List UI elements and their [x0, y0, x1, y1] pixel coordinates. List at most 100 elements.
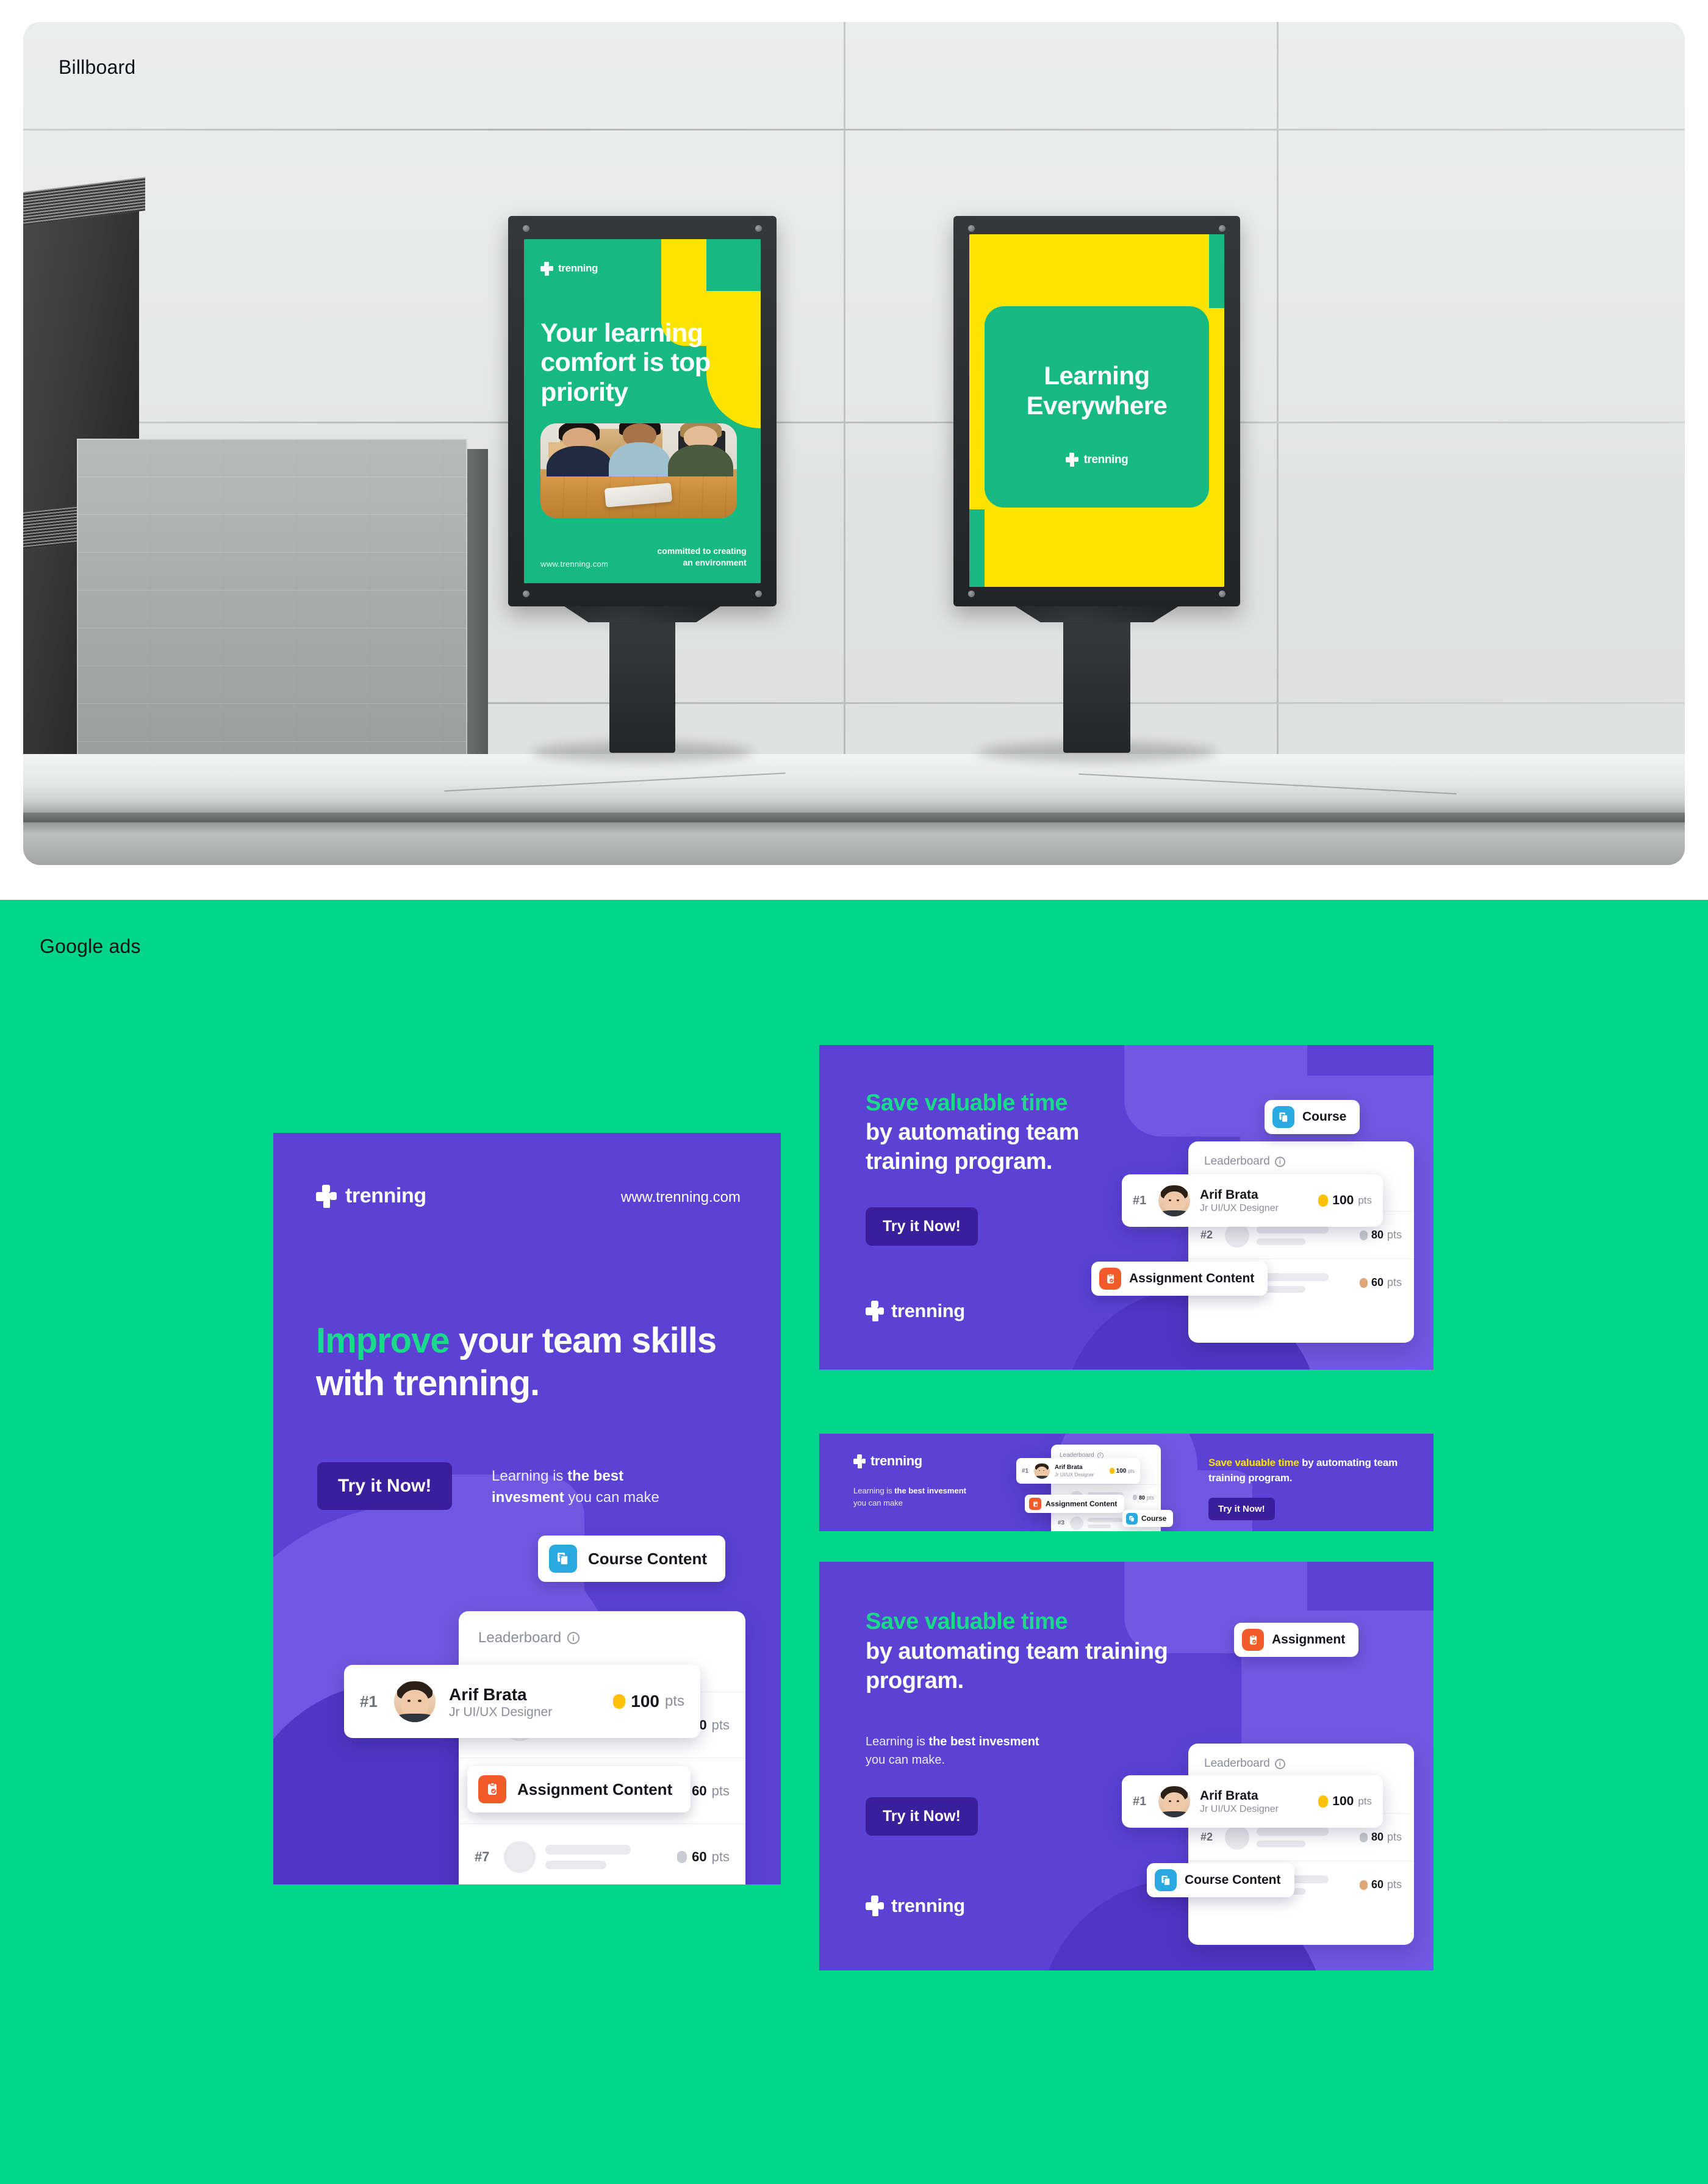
leaderboard-title-row: Leaderboard i — [1188, 1141, 1414, 1168]
billboard-scene-photo: trenning Your learning comfort is top pr… — [23, 22, 1685, 865]
ad-square-wordmark: trenning — [891, 1300, 965, 1321]
chip-assignment-content[interactable]: Assignment Content — [467, 1766, 691, 1812]
poster-shape-green-right — [1208, 234, 1224, 309]
ad-banner-headline-accent: Save valuable time — [1208, 1457, 1299, 1468]
ad-square-headline: Save valuable time by automating team tr… — [866, 1089, 1152, 1177]
section-label-billboard: Billboard — [59, 56, 136, 78]
chip-course[interactable]: Course — [1122, 1510, 1174, 1527]
ad-wide-logo: trenning — [866, 1895, 965, 1917]
avatar-placeholder — [1225, 1825, 1249, 1850]
gem-icon-gold — [1318, 1194, 1329, 1207]
top-entry-role: Jr UI/UX Designer — [449, 1704, 553, 1719]
leaderboard-card[interactable]: Leaderboard i #2 80pts #3 — [1188, 1141, 1414, 1343]
row-skeleton — [1257, 1225, 1360, 1245]
ad-banner-sub-c: you can make — [853, 1498, 903, 1507]
gem-icon-gold — [1109, 1468, 1114, 1474]
course-content-icon — [1126, 1512, 1138, 1525]
poster-left-canvas: trenning Your learning comfort is top pr… — [524, 239, 761, 583]
avatar — [394, 1681, 436, 1722]
leaderboard-card[interactable]: Leaderboard i #2 80pts #3 — [1188, 1744, 1414, 1945]
chip-assignment-label: Assignment — [1272, 1633, 1346, 1647]
info-icon[interactable]: i — [1097, 1452, 1103, 1459]
info-icon[interactable]: i — [1274, 1156, 1285, 1167]
poster-left: trenning Your learning comfort is top pr… — [524, 239, 761, 583]
top-entry-points: 100 pts — [1109, 1467, 1135, 1475]
row-skeleton — [1257, 1273, 1360, 1293]
section-label-google-ads: Google ads — [40, 935, 141, 957]
info-icon[interactable]: i — [1274, 1758, 1285, 1769]
assignment-content-icon — [1099, 1268, 1121, 1290]
poster-left-headline: Your learning comfort is top priority — [540, 318, 711, 407]
poster-shape-green-left — [969, 509, 985, 587]
chip-assignment-content[interactable]: Assignment Content — [1025, 1495, 1125, 1513]
points-unit: pts — [711, 1783, 730, 1798]
top-entry-points-value: 100 — [1332, 1193, 1354, 1207]
ad-horizontal-banner[interactable]: trenning Learning is the best invesment y… — [819, 1434, 1434, 1531]
chip-assignment-content[interactable]: Assignment Content — [1091, 1262, 1268, 1296]
gem-icon — [1132, 1495, 1137, 1500]
ad-square-cta-button[interactable]: Try it Now! — [866, 1207, 978, 1246]
info-icon[interactable]: i — [567, 1632, 580, 1644]
points-value: 60 — [692, 1848, 707, 1864]
chip-assignment[interactable]: Assignment — [1234, 1623, 1359, 1657]
course-content-icon — [1272, 1106, 1294, 1128]
top-entry-rank: #1 — [1133, 1193, 1147, 1207]
ad-wide-bottom[interactable]: Save valuable time by automating team tr… — [819, 1562, 1434, 1970]
ad-wide-headline: Save valuable time by automating team tr… — [866, 1607, 1183, 1696]
frame-screw — [523, 591, 529, 597]
top-entry-rank: #1 — [360, 1692, 378, 1711]
points-value: 80 — [1138, 1494, 1145, 1501]
ad-vertical-sub-a: Learning is — [492, 1468, 568, 1484]
poster-shape-green-notch — [706, 239, 761, 291]
wall-seam — [844, 22, 845, 865]
ad-medium-rectangle[interactable]: Save valuable time by automating team tr… — [819, 1045, 1434, 1370]
row-skeleton — [1257, 1827, 1360, 1847]
leaderboard-rank: #2 — [1200, 1229, 1213, 1241]
chip-course-content[interactable]: Course Content — [1147, 1863, 1294, 1897]
top-entry-identity: Arif Brata Jr UI/UX Designer — [449, 1684, 613, 1720]
poster-left-logo: trenning — [540, 261, 598, 276]
poster-right-headline-2: Everywhere — [1026, 390, 1168, 420]
top-entry-name: Arif Brata — [1200, 1187, 1258, 1202]
gem-icon — [1359, 1880, 1368, 1890]
avatar-placeholder — [1070, 1516, 1083, 1530]
points-unit: pts — [1387, 1878, 1402, 1891]
chip-course-content[interactable]: Course Content — [538, 1536, 725, 1582]
top-entry-points-unit: pts — [1358, 1795, 1372, 1807]
leaderboard-card[interactable]: Leaderboard i #2 80pts #3 — [459, 1611, 745, 1884]
chip-assignment-content-label: Assignment Content — [1046, 1500, 1118, 1508]
chip-course[interactable]: Course — [1265, 1100, 1360, 1134]
ad-wide-cta-button[interactable]: Try it Now! — [866, 1797, 978, 1836]
gem-icon-gold — [1318, 1795, 1329, 1808]
ad-wide-subtext: Learning is the best invesment you can ma… — [866, 1733, 1110, 1769]
trenning-logo-mark — [853, 1454, 866, 1468]
chip-assignment-content-label: Assignment Content — [1129, 1271, 1255, 1285]
poster-left-photo — [540, 423, 737, 518]
top-entry-points-value: 100 — [1332, 1794, 1354, 1808]
leaderboard-points: 60 pts — [1359, 1878, 1402, 1891]
leaderboard-top-entry[interactable]: #1 Arif Brata Jr UI/UX Designer 100 pts — [1122, 1775, 1383, 1828]
avatar — [1158, 1786, 1190, 1817]
leaderboard-top-entry[interactable]: #1 Arif Brata Jr UI/UX Designer 100 pts — [1122, 1174, 1383, 1227]
ad-vertical-sub-c: you can make — [564, 1489, 659, 1506]
ad-vertical-cta-button[interactable]: Try it Now! — [317, 1462, 453, 1510]
leaderboard-top-entry[interactable]: #1 Arif Brata Jr UI/UX Designer 100 pts — [1016, 1458, 1140, 1484]
avatar-placeholder — [504, 1841, 536, 1873]
top-entry-identity: Arif Brata Jr UI/UX Designer — [1055, 1464, 1110, 1478]
leaderboard-points: 80 pts — [1359, 1229, 1402, 1241]
top-entry-points-value: 100 — [1116, 1467, 1127, 1475]
leaderboard-top-entry[interactable]: #1 Arif Brata Jr UI/UX Designer 100 pts — [344, 1665, 700, 1738]
top-entry-points-unit: pts — [1128, 1468, 1135, 1474]
ad-vertical-url[interactable]: www.trenning.com — [621, 1189, 741, 1206]
sidewalk-ground — [23, 754, 1685, 865]
ad-banner-cta-button[interactable]: Try it Now! — [1208, 1498, 1275, 1520]
ad-wide-sub-b: the best invesment — [928, 1735, 1039, 1748]
billboard-frame: Learning Everywhere trenning — [953, 216, 1240, 606]
ad-vertical-halfpage[interactable]: trenning www.trenning.com Improve your t… — [273, 1133, 781, 1884]
top-entry-identity: Arif Brata Jr UI/UX Designer — [1200, 1187, 1318, 1214]
chip-course-label: Course — [1141, 1514, 1167, 1523]
billboard-pedestal — [1063, 604, 1130, 753]
leaderboard-rank: #3 — [1058, 1520, 1065, 1526]
frame-screw — [523, 225, 529, 232]
chip-course-label: Course — [1302, 1110, 1347, 1124]
